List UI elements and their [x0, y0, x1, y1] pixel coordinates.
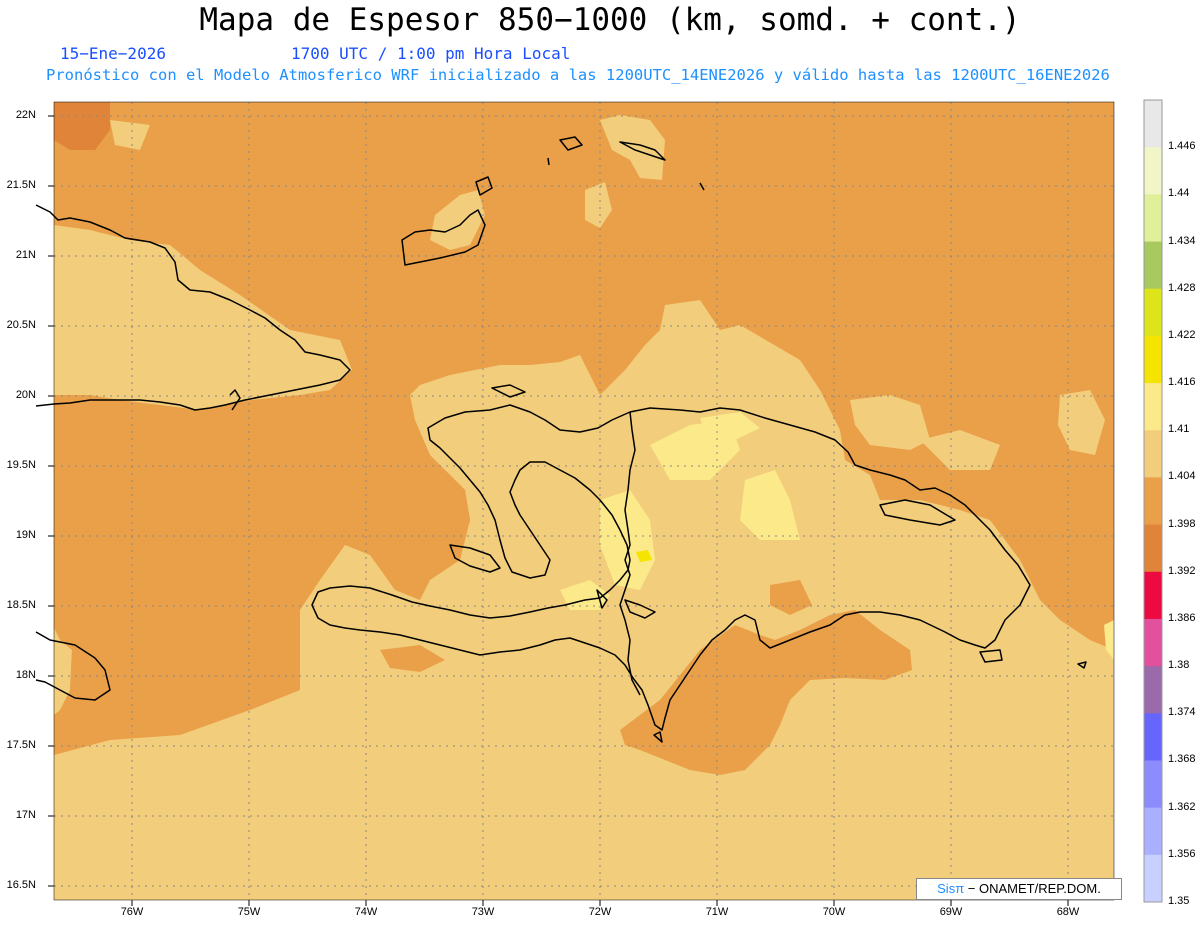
- lat-label-19n: 19N: [15, 529, 36, 541]
- colorbar-swatch: [1144, 383, 1162, 431]
- colorbar-swatch: [1144, 807, 1162, 856]
- colorbar-label: 1.362: [1168, 800, 1196, 813]
- lat-label-20-5n: 20.5N: [6, 319, 36, 331]
- colorbar-swatch: [1144, 194, 1162, 243]
- colorbar-label: 1.428: [1168, 281, 1196, 294]
- lat-label-18-5n: 18.5N: [6, 599, 36, 611]
- credit-brand: Sisπ: [937, 881, 965, 896]
- colorbar-swatch: [1144, 100, 1162, 148]
- lon-label-74w: 74W: [354, 906, 378, 918]
- colorbar-swatch: [1144, 666, 1162, 714]
- model-info: Pronóstico con el Modelo Atmosferico WRF…: [46, 66, 1110, 84]
- colorbar-swatch: [1144, 241, 1162, 290]
- colorbar-swatch: [1144, 618, 1162, 667]
- colorbar-label: 1.404: [1168, 470, 1196, 483]
- lat-label-21-5n: 21.5N: [6, 179, 36, 191]
- colorbar-swatch: [1144, 430, 1162, 478]
- colorbar-swatch: [1144, 288, 1162, 337]
- colorbar-label: 1.446: [1168, 140, 1196, 153]
- lat-label-22n: 22N: [15, 109, 36, 121]
- lon-label-69w: 69W: [939, 906, 963, 918]
- colorbar-label: 1.374: [1168, 706, 1196, 719]
- thickness-map: [35, 99, 1163, 906]
- colorbar-label: 1.422: [1168, 328, 1196, 341]
- colorbar-label: 1.35: [1168, 895, 1190, 907]
- lat-label-16-5n: 16.5N: [6, 879, 36, 891]
- colorbar-label: 1.44: [1168, 187, 1190, 200]
- colorbar-label: 1.38: [1168, 659, 1190, 672]
- colorbar-swatch: [1144, 713, 1162, 761]
- credit-text: − ONAMET/REP.DOM.: [967, 881, 1101, 896]
- lon-label-75w: 75W: [237, 906, 261, 918]
- lon-label-71w: 71W: [705, 906, 729, 918]
- lat-label-21n: 21N: [15, 249, 36, 261]
- colorbar-label: 1.392: [1168, 564, 1196, 577]
- lat-label-20n: 20N: [15, 389, 36, 401]
- colorbar-swatch: [1144, 335, 1162, 384]
- colorbar: [1143, 99, 1163, 903]
- colorbar-label: 1.434: [1168, 234, 1196, 247]
- caicos-4: [547, 157, 550, 166]
- colorbar-swatch: [1144, 854, 1162, 903]
- lon-label-68w: 68W: [1056, 906, 1080, 918]
- colorbar-label: 1.356: [1168, 847, 1196, 860]
- lat-label-19-5n: 19.5N: [6, 459, 36, 471]
- colorbar-swatch: [1144, 147, 1162, 195]
- colorbar-swatch: [1144, 524, 1162, 573]
- colorbar-label: 1.416: [1168, 376, 1196, 389]
- lon-label-76w: 76W: [120, 906, 144, 918]
- lon-label-72w: 72W: [588, 906, 612, 918]
- colorbar-label: 1.386: [1168, 611, 1196, 624]
- colorbar-swatch: [1144, 760, 1162, 809]
- colorbar-swatch: [1144, 477, 1162, 526]
- time-label: 1700 UTC / 1:00 pm Hora Local: [291, 44, 571, 63]
- colorbar-label: 1.368: [1168, 753, 1196, 766]
- colorbar-label: 1.398: [1168, 517, 1196, 530]
- colorbar-label: 1.41: [1168, 423, 1190, 436]
- page-title: Mapa de Espesor 850−1000 (km, somd. + co…: [199, 2, 1021, 38]
- lon-label-70w: 70W: [822, 906, 846, 918]
- colorbar-swatch: [1144, 571, 1162, 620]
- lat-label-17-5n: 17.5N: [6, 739, 36, 751]
- date-label: 15−Ene−2026: [60, 44, 166, 63]
- credit-box: Sisπ − ONAMET/REP.DOM.: [916, 878, 1122, 900]
- lon-label-73w: 73W: [471, 906, 495, 918]
- lat-label-18n: 18N: [15, 669, 36, 681]
- lat-label-17n: 17N: [15, 809, 36, 821]
